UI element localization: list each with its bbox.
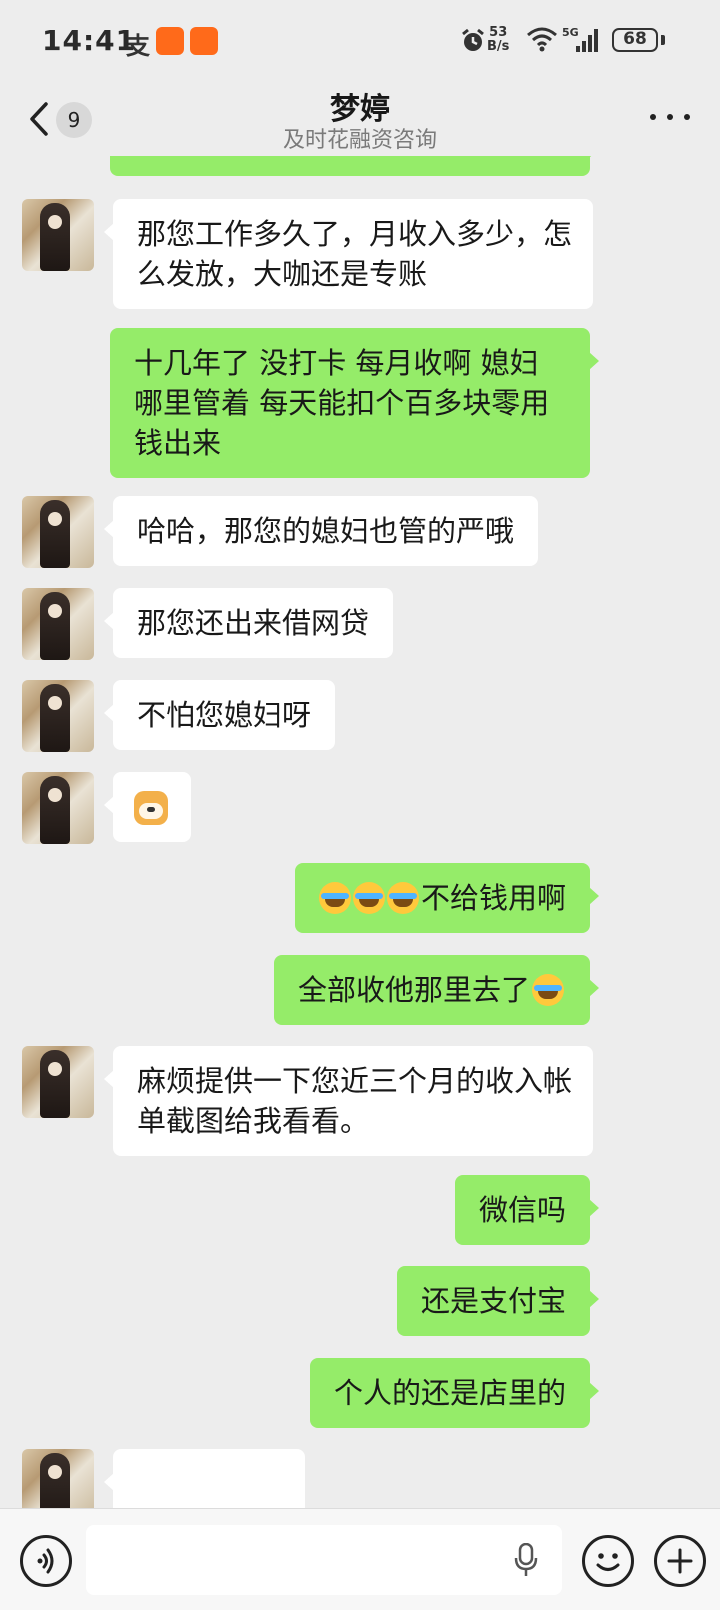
message-bubble[interactable]: 那您还出来借网贷 (103, 588, 394, 658)
message-bubble[interactable]: 不给钱用啊 (294, 863, 600, 933)
taobao-app-icon (190, 27, 218, 55)
contact-avatar[interactable] (22, 1046, 94, 1118)
chat-header: 梦婷 及时花融资咨询 9 (0, 84, 720, 156)
net-speed-unit: B/s (487, 39, 510, 54)
message-bubble-partial[interactable] (104, 1449, 305, 1508)
laugh-cry-emoji-icon (352, 882, 385, 914)
message-text: 个人的还是店里的 (333, 1376, 566, 1410)
message-text: 十几年了 没打卡 每月收啊 媳妇 (134, 346, 539, 380)
message-text: 那您工作多久了，月收入多少，怎 (137, 217, 573, 251)
message-text: 微信吗 (478, 1193, 566, 1227)
message-text: 全部收他那里去了 (297, 973, 530, 1007)
laugh-cry-emoji-icon (318, 882, 351, 914)
wifi-icon (527, 27, 557, 52)
message-text: 不给钱用啊 (420, 881, 566, 915)
message-input[interactable] (86, 1525, 562, 1595)
contact-avatar[interactable] (22, 680, 94, 752)
dot-icon (650, 114, 656, 120)
battery-icon: 68 (612, 28, 658, 52)
contact-avatar[interactable] (22, 199, 94, 271)
status-bar: 14:41 支 53 B/s 5G 68 (0, 0, 720, 84)
contact-remark: 及时花融资咨询 (282, 128, 437, 153)
message-bubble[interactable] (104, 772, 191, 842)
message-bubble[interactable]: 十几年了 没打卡 每月收啊 媳妇 哪里管着 每天能扣个百多块零用 钱出来 (110, 328, 599, 478)
message-text: 单截图给我看看。 (137, 1104, 370, 1138)
message-bubble-partial[interactable] (110, 156, 599, 176)
emoji-button[interactable] (582, 1535, 634, 1587)
net-speed-value: 53 (489, 25, 508, 40)
plus-icon (667, 1548, 693, 1574)
message-text: 钱出来 (134, 426, 222, 460)
message-bubble[interactable]: 不怕您媳妇呀 (103, 680, 336, 750)
contact-avatar[interactable] (22, 496, 94, 568)
taobao-app-icon (156, 27, 184, 55)
smiley-icon (596, 1553, 620, 1571)
dot-icon (684, 114, 690, 120)
microphone-icon[interactable] (514, 1543, 538, 1577)
message-bubble[interactable]: 全部收他那里去了 (273, 955, 600, 1025)
contact-avatar[interactable] (22, 1449, 94, 1508)
message-bubble[interactable]: 麻烦提供一下您近三个月的收入帐 单截图给我看看。 (104, 1046, 593, 1156)
chevron-left-icon (30, 102, 48, 136)
dot-icon (667, 114, 673, 120)
more-functions-button[interactable] (654, 1535, 706, 1587)
laugh-cry-emoji-icon (532, 974, 564, 1006)
voice-icon (37, 1548, 54, 1574)
message-text: 还是支付宝 (420, 1284, 566, 1318)
message-text: 哪里管着 每天能扣个百多块零用 (134, 386, 550, 420)
contact-avatar[interactable] (22, 772, 94, 844)
doge-emoji-icon (134, 791, 168, 825)
message-list[interactable]: 那您工作多久了，月收入多少，怎 么发放，大咖还是专账 十几年了 没打卡 每月收啊… (0, 156, 720, 1508)
message-text: 哈哈，那您的媳妇也管的严哦 (137, 514, 515, 548)
input-bar (0, 1508, 720, 1610)
message-text: 么发放，大咖还是专账 (137, 257, 428, 291)
voice-input-button[interactable] (20, 1535, 72, 1587)
message-text: 不怕您媳妇呀 (137, 698, 312, 732)
alipay-icon: 支 (126, 32, 150, 60)
message-bubble[interactable]: 哈哈，那您的媳妇也管的严哦 (103, 496, 539, 566)
more-options-button[interactable] (648, 102, 692, 132)
alarm-icon (462, 28, 484, 51)
message-bubble[interactable]: 那您工作多久了，月收入多少，怎 么发放，大咖还是专账 (104, 199, 593, 309)
unread-count-badge: 9 (56, 102, 92, 138)
message-text: 那您还出来借网贷 (137, 606, 370, 640)
message-bubble[interactable]: 微信吗 (454, 1175, 600, 1245)
net-speed: 53 B/s (487, 26, 509, 54)
battery-cap (661, 35, 665, 45)
status-time: 14:41 (42, 24, 137, 57)
contact-avatar[interactable] (22, 588, 94, 660)
message-text: 麻烦提供一下您近三个月的收入帐 (137, 1064, 573, 1098)
message-bubble[interactable]: 个人的还是店里的 (309, 1358, 600, 1428)
message-bubble[interactable]: 还是支付宝 (396, 1266, 600, 1336)
back-button[interactable]: 9 (22, 96, 102, 142)
signal-icon: 5G (562, 26, 598, 52)
network-type-label: 5G (562, 26, 579, 39)
laugh-cry-emoji-icon (386, 882, 419, 914)
